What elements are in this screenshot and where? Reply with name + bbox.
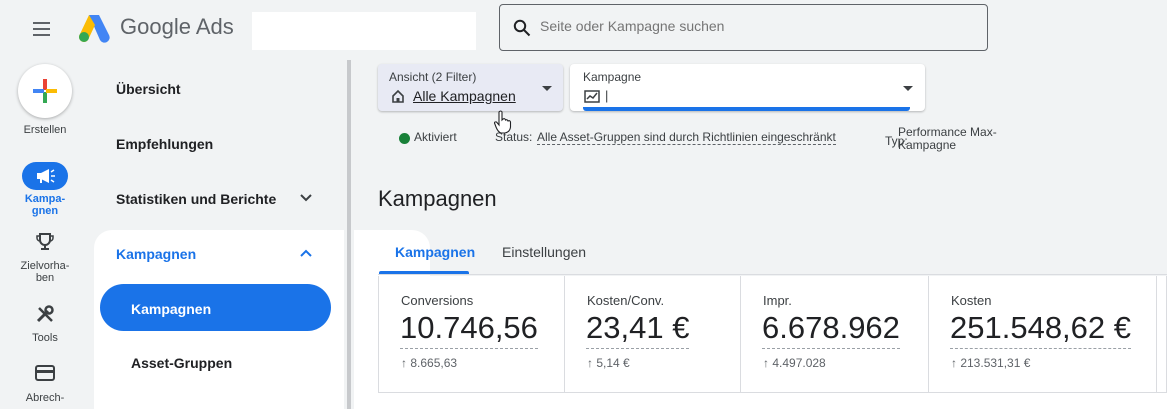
plus-icon (33, 79, 57, 103)
metrics-scorecards: Conversions 10.746,56 ↑ 8.665,63 Kosten/… (378, 276, 1167, 393)
search-icon (513, 19, 531, 37)
trophy-icon[interactable] (35, 232, 55, 252)
hand-pointer-icon (493, 110, 512, 134)
nav-item-asset-groups[interactable]: Asset-Gruppen (131, 355, 232, 371)
nav-item-reports[interactable]: Statistiken und Berichte (116, 191, 276, 207)
metric-value: 10.746,56 (400, 310, 538, 349)
table-area (378, 393, 1167, 409)
campaign-filter-focus-bar (583, 107, 910, 111)
metric-value: 23,41 € (586, 310, 690, 349)
account-selector[interactable] (252, 12, 476, 50)
rail-label-billing: Abrech- (25, 392, 65, 404)
chevron-down-icon[interactable] (299, 193, 313, 203)
metric-card-cost-per-conversion[interactable]: Kosten/Conv. 23,41 € ↑ 5,14 € (565, 276, 741, 393)
dropdown-caret-icon (903, 86, 913, 91)
rail-item-campaigns[interactable] (22, 162, 68, 190)
page-title: Kampagnen (378, 186, 497, 211)
nav-item-overview[interactable]: Übersicht (116, 81, 181, 97)
main-content: Ansicht (2 Filter) Alle Kampagnen Kampag… (354, 60, 1167, 409)
view-filter-dropdown[interactable]: Ansicht (2 Filter) Alle Kampagnen (378, 64, 563, 111)
type-value-line2: Kampagne (898, 138, 957, 152)
view-filter-label: Ansicht (2 Filter) (389, 70, 477, 84)
chevron-up-icon[interactable] (299, 248, 313, 258)
nav-item-campaigns-label: Kampagnen (131, 301, 212, 317)
create-label: Erstellen (23, 124, 67, 136)
panel-divider[interactable] (344, 60, 354, 409)
metric-previous: ↑ 213.531,31 € (951, 356, 1031, 370)
view-filter-value: Alle Kampagnen (413, 88, 516, 104)
navigation-rail: Erstellen Kampa-gnen Zielvorha-ben Tools… (0, 60, 90, 409)
rail-label-campaigns: Kampa-gnen (24, 193, 66, 217)
campaign-filter-label: Kampagne (583, 70, 642, 84)
tabs-divider (378, 274, 1167, 275)
side-navigation: Übersicht Empfehlungen Statistiken und B… (90, 60, 430, 409)
metric-previous: ↑ 4.497.028 (763, 356, 826, 370)
product-name[interactable]: Google Ads (120, 14, 234, 40)
metric-card-impressions[interactable]: Impr. 6.678.962 ↑ 4.497.028 (741, 276, 929, 393)
top-bar: Google Ads (0, 0, 1167, 60)
type-value: Performance Max- Kampagne (898, 126, 997, 152)
metric-label: Kosten/Conv. (587, 293, 665, 308)
nav-item-recommendations[interactable]: Empfehlungen (116, 136, 213, 152)
metric-card-conversions[interactable]: Conversions 10.746,56 ↑ 8.665,63 (379, 276, 565, 393)
metric-previous: ↑ 8.665,63 (401, 356, 458, 370)
credit-card-icon[interactable] (35, 364, 55, 382)
menu-icon[interactable] (30, 17, 54, 41)
rail-label-goals: Zielvorha-ben (20, 260, 70, 284)
tab-settings[interactable]: Einstellungen (502, 244, 586, 260)
metric-label: Kosten (951, 293, 992, 308)
campaign-state[interactable]: Aktiviert (414, 130, 457, 144)
metric-card-cost[interactable]: Kosten 251.548,62 € ↑ 213.531,31 € (929, 276, 1157, 393)
nav-group-campaigns-label[interactable]: Kampagnen (116, 246, 196, 262)
metric-label: Conversions (401, 293, 474, 308)
dropdown-caret-icon (542, 86, 552, 91)
chart-icon (584, 90, 600, 103)
home-icon (392, 89, 404, 103)
google-ads-logo-icon (78, 15, 110, 43)
search-input[interactable] (540, 18, 970, 34)
tab-campaigns[interactable]: Kampagnen (395, 244, 475, 260)
tools-icon[interactable] (35, 304, 55, 324)
status-value[interactable]: Alle Asset-Gruppen sind durch Richtlinie… (537, 130, 836, 145)
rail-label-tools: Tools (32, 332, 58, 344)
status-dot (399, 133, 410, 144)
megaphone-icon (37, 169, 55, 183)
metric-value: 251.548,62 € (950, 310, 1132, 349)
metric-label: Impr. (763, 293, 792, 308)
create-button[interactable] (18, 64, 72, 118)
metric-previous: ↑ 5,14 € (587, 356, 630, 370)
metric-value: 6.678.962 (762, 310, 900, 349)
campaign-filter-dropdown[interactable]: Kampagne | (570, 64, 925, 111)
campaign-filter-value[interactable]: | (605, 88, 608, 103)
search-box[interactable] (499, 4, 988, 51)
